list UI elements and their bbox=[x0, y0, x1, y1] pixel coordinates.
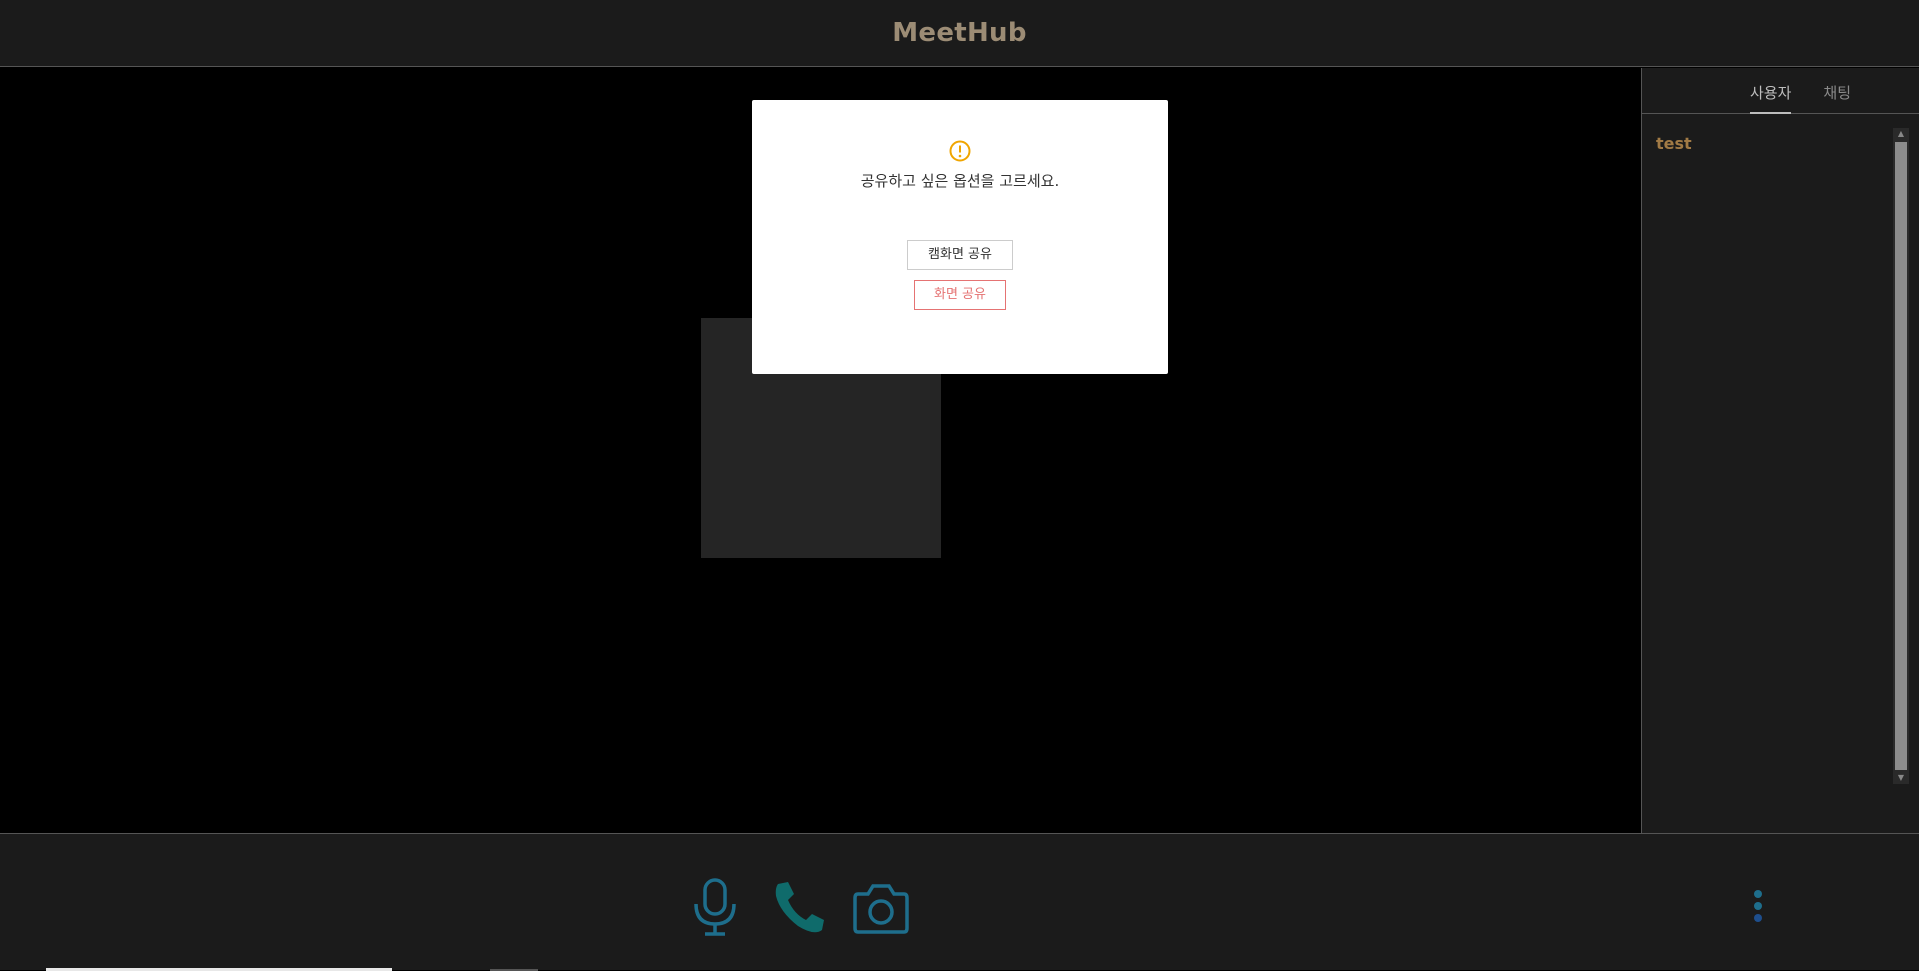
scrollbar-thumb[interactable] bbox=[1895, 142, 1907, 770]
tab-chat[interactable]: 채팅 bbox=[1823, 68, 1851, 114]
more-options-button[interactable] bbox=[1748, 886, 1768, 930]
camera-button[interactable] bbox=[852, 876, 910, 938]
scroll-down-arrow-icon[interactable]: ▼ bbox=[1893, 772, 1909, 784]
more-vertical-icon bbox=[1754, 890, 1762, 922]
side-panel: 사용자 채팅 test ▲ ▼ bbox=[1641, 68, 1919, 833]
side-tabs: 사용자 채팅 bbox=[1642, 68, 1919, 114]
app-title: MeetHub bbox=[892, 18, 1027, 48]
microphone-icon bbox=[694, 878, 736, 936]
share-options-modal: 공유하고 싶은 옵션을 고르세요. 캠화면 공유 화면 공유 bbox=[752, 100, 1168, 374]
control-toolbar bbox=[0, 833, 1919, 971]
share-screen-button[interactable]: 화면 공유 bbox=[914, 280, 1006, 310]
share-cam-button[interactable]: 캠화면 공유 bbox=[907, 240, 1013, 270]
call-button[interactable] bbox=[768, 876, 826, 938]
phone-icon bbox=[775, 882, 824, 933]
user-item: test bbox=[1656, 134, 1692, 153]
user-list: test bbox=[1642, 128, 1892, 153]
app-header: MeetHub bbox=[0, 0, 1919, 67]
scroll-up-arrow-icon[interactable]: ▲ bbox=[1893, 128, 1909, 140]
camera-icon bbox=[853, 884, 909, 934]
tab-users[interactable]: 사용자 bbox=[1749, 68, 1792, 114]
microphone-button[interactable] bbox=[686, 876, 744, 938]
warning-icon bbox=[949, 140, 971, 162]
modal-message: 공유하고 싶은 옵션을 고르세요. bbox=[860, 172, 1060, 190]
user-list-scrollbar[interactable]: ▲ ▼ bbox=[1893, 128, 1909, 784]
